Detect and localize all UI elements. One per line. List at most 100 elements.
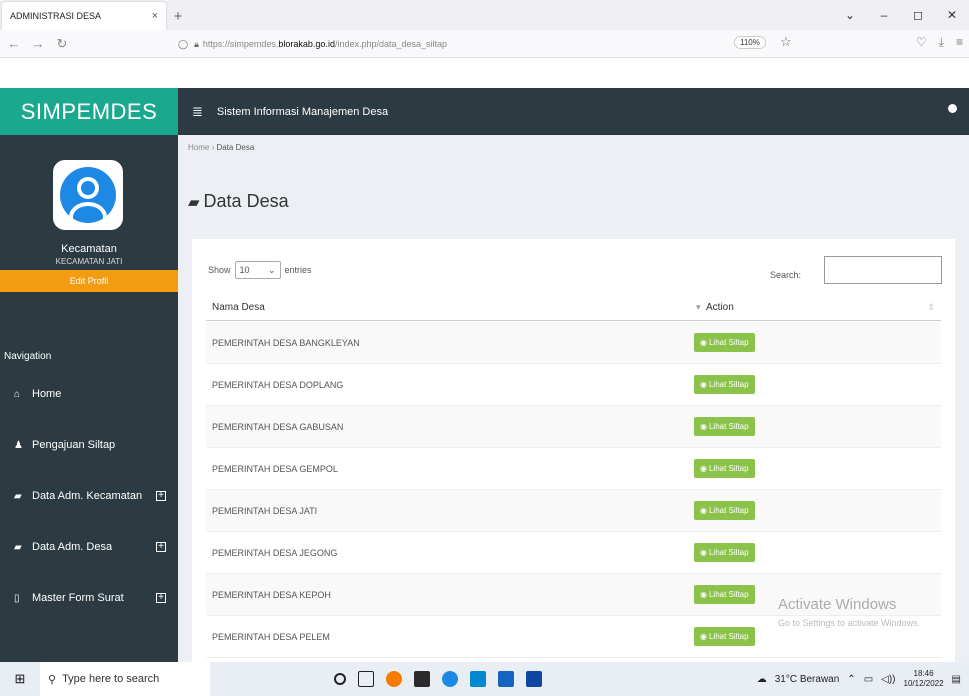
- nav-title: Navigation: [4, 351, 52, 362]
- sidebar-item-label: Data Adm. Desa: [32, 541, 113, 553]
- eye-icon: ◉: [700, 422, 707, 431]
- desa-name: PEMERINTAH DESA PELEM: [212, 631, 330, 642]
- eye-icon: ◉: [700, 380, 707, 389]
- clock-time: 18:46: [913, 669, 934, 678]
- taskbar: ⊞ ⚲ Type here to search ☁ 31°C Berawan ⌃…: [0, 662, 969, 696]
- file-explorer-icon[interactable]: [414, 671, 430, 687]
- column-header-nama-desa[interactable]: Nama Desa: [206, 302, 706, 313]
- address-bar[interactable]: ◯ 🔒︎ https://simpemdes. blorakab.go.id/in…: [178, 33, 792, 55]
- column-header-action[interactable]: Action: [706, 302, 941, 313]
- user-subtitle: KECAMATAN JATI: [55, 257, 123, 266]
- new-tab-button[interactable]: +: [166, 2, 190, 30]
- table-row: PEMERINTAH DESA BANGKLEYAN ◉ Lihat Siltap: [206, 322, 941, 364]
- download-icon[interactable]: ⤓: [939, 35, 944, 50]
- book-icon: ▰: [188, 194, 200, 211]
- forward-icon[interactable]: →: [28, 36, 48, 51]
- user-avatar-icon: [60, 167, 116, 223]
- windows-start-icon[interactable]: ⊞: [0, 662, 40, 696]
- book-icon: ▰: [14, 541, 22, 553]
- lihat-siltap-button[interactable]: ◉ Lihat Siltap: [694, 459, 755, 478]
- maximize-icon[interactable]: ◻: [901, 8, 935, 22]
- chevron-up-icon[interactable]: ⌃: [847, 674, 855, 685]
- sort-desc-icon: ▾: [696, 302, 701, 312]
- expand-icon[interactable]: +: [156, 542, 166, 552]
- lihat-siltap-button[interactable]: ◉ Lihat Siltap: [694, 501, 755, 520]
- breadcrumb-home[interactable]: Home: [188, 143, 209, 152]
- desa-name: PEMERINTAH DESA DOPLANG: [212, 379, 344, 390]
- sidebar-item-label: Home: [32, 388, 62, 400]
- sidebar-item-data-adm-desa[interactable]: ▰ Data Adm. Desa +: [0, 533, 178, 561]
- clock-date: 10/12/2022: [903, 679, 944, 688]
- search-input[interactable]: [824, 256, 942, 284]
- taskbar-apps: [334, 671, 542, 687]
- bookmark-star-icon[interactable]: ☆: [780, 34, 792, 50]
- pocket-icon[interactable]: ♡: [916, 35, 927, 50]
- activate-windows-subtitle: Go to Settings to activate Windows.: [778, 618, 921, 628]
- sidebar-item-master-form-surat[interactable]: ▯ Master Form Surat +: [0, 584, 178, 612]
- url-path: /index.php/data_desa_siltap: [334, 39, 448, 49]
- eye-icon: ◉: [700, 506, 707, 515]
- logout-icon[interactable]: [948, 104, 957, 113]
- taskbar-search[interactable]: ⚲ Type here to search: [40, 662, 210, 696]
- clock[interactable]: 18:46 10/12/2022: [904, 669, 944, 689]
- table-row: PEMERINTAH DESA GEMPOL ◉ Lihat Siltap: [206, 448, 941, 490]
- lihat-siltap-button[interactable]: ◉ Lihat Siltap: [694, 585, 755, 604]
- app-icon[interactable]: [526, 671, 542, 687]
- user-name: Kecamatan: [61, 243, 117, 255]
- browser-tab[interactable]: ADMINISTRASI DESA ×: [2, 2, 166, 30]
- entries-select[interactable]: 10 ⌄: [234, 261, 281, 279]
- weather-text[interactable]: 31°C Berawan: [775, 674, 840, 685]
- system-tray: ☁ 31°C Berawan ⌃ ▭ ◁)) 18:46 10/12/2022 …: [757, 662, 969, 696]
- expand-icon[interactable]: +: [156, 491, 166, 501]
- reload-icon[interactable]: ↻: [52, 36, 72, 52]
- close-window-icon[interactable]: ✕: [935, 8, 969, 22]
- task-view-icon[interactable]: [358, 671, 374, 687]
- menu-icon[interactable]: ≡: [956, 35, 963, 50]
- edit-profile-button[interactable]: Edit Profil: [0, 270, 178, 292]
- sidebar-item-data-adm-kecamatan[interactable]: ▰ Data Adm. Kecamatan +: [0, 482, 178, 510]
- file-icon: ▯: [14, 592, 20, 604]
- sidebar-item-label: Data Adm. Kecamatan: [32, 490, 143, 502]
- entries-label: entries: [284, 265, 312, 275]
- sidebar-item-label: Pengajuan Siltap: [32, 439, 116, 451]
- firefox-icon[interactable]: [386, 671, 402, 687]
- lihat-siltap-button[interactable]: ◉ Lihat Siltap: [694, 333, 755, 352]
- app-header: SIMPEMDES ≣ Sistem Informasi Manajemen D…: [0, 88, 969, 135]
- close-tab-icon[interactable]: ×: [152, 10, 158, 22]
- expand-icon[interactable]: +: [156, 593, 166, 603]
- table-row: PEMERINTAH DESA DOPLANG ◉ Lihat Siltap: [206, 364, 941, 406]
- edge-icon[interactable]: [442, 671, 458, 687]
- back-icon[interactable]: ←: [4, 36, 24, 51]
- zoom-indicator[interactable]: 110%: [734, 36, 766, 49]
- minimize-icon[interactable]: –: [867, 8, 901, 22]
- network-icon[interactable]: ▭: [864, 674, 873, 685]
- desa-name: PEMERINTAH DESA GABUSAN: [212, 421, 344, 432]
- show-label: Show: [208, 265, 231, 275]
- sidebar-item-label: Master Form Surat: [32, 592, 124, 604]
- cortana-icon[interactable]: [334, 673, 346, 685]
- lihat-siltap-button[interactable]: ◉ Lihat Siltap: [694, 417, 755, 436]
- volume-icon[interactable]: ◁)): [881, 674, 895, 685]
- shield-icon: ◯: [178, 38, 189, 49]
- chevron-down-icon[interactable]: ⌄: [833, 8, 867, 22]
- lihat-siltap-button[interactable]: ◉ Lihat Siltap: [694, 375, 755, 394]
- activate-windows-watermark: Activate Windows: [778, 596, 897, 613]
- toolbar-icons: ♡ ⤓ ≡: [916, 35, 963, 50]
- app-logo[interactable]: SIMPEMDES: [0, 88, 178, 135]
- sidebar: Kecamatan KECAMATAN JATI Edit Profil Nav…: [0, 135, 178, 696]
- notification-icon[interactable]: ▤: [952, 674, 961, 685]
- sidebar-item-home[interactable]: ⌂ Home: [0, 380, 178, 408]
- lihat-siltap-button[interactable]: ◉ Lihat Siltap: [694, 543, 755, 562]
- sidebar-toggle-icon[interactable]: ≣: [192, 104, 203, 120]
- browser-navbar: ← → ↻ ◯ 🔒︎ https://simpemdes. blorakab.go…: [0, 30, 969, 58]
- eye-icon: ◉: [700, 338, 707, 347]
- breadcrumb-current: Data Desa: [216, 143, 255, 152]
- weather-icon: ☁: [756, 673, 767, 685]
- sidebar-item-pengajuan-siltap[interactable]: ♟ Pengajuan Siltap: [0, 431, 178, 459]
- sort-icon: ⇕: [927, 302, 935, 312]
- mail-icon[interactable]: [498, 671, 514, 687]
- lihat-siltap-button[interactable]: ◉ Lihat Siltap: [694, 627, 755, 646]
- table-row: PEMERINTAH DESA JEGONG ◉ Lihat Siltap: [206, 532, 941, 574]
- store-icon[interactable]: [470, 671, 486, 687]
- book-icon: ▰: [14, 490, 22, 502]
